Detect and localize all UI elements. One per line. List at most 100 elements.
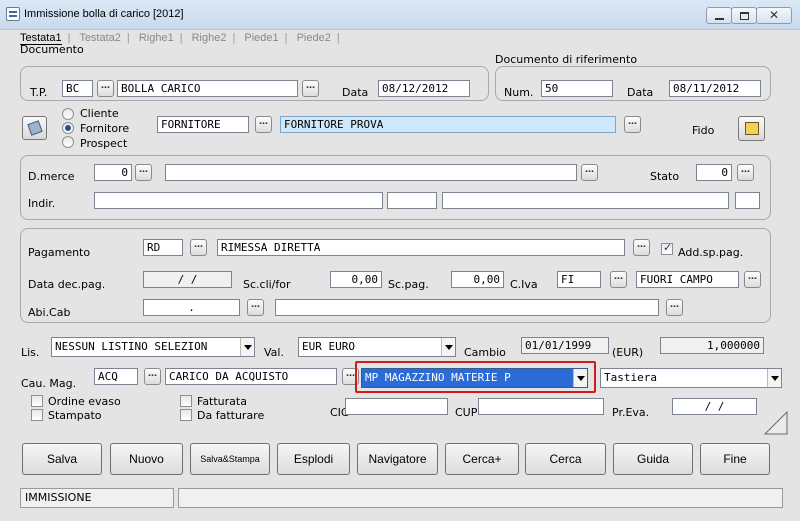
tp-desc-input[interactable]: BOLLA CARICO	[117, 80, 298, 97]
stampato-checkbox[interactable]	[31, 409, 43, 421]
cup-label: CUP	[455, 406, 478, 419]
radio-cliente[interactable]	[62, 108, 74, 120]
pagamento-lookup-button[interactable]: …	[190, 239, 207, 256]
ordine-evaso-label: Ordine evaso	[48, 395, 121, 408]
tp-code-input[interactable]: BC	[62, 80, 93, 97]
civa-desc-button[interactable]: …	[744, 271, 761, 288]
radio-fornitore-label: Fornitore	[80, 122, 130, 135]
cau-mag-lookup-button[interactable]: …	[144, 368, 161, 385]
chevron-down-icon[interactable]	[767, 369, 781, 387]
radio-prospect-label: Prospect	[80, 137, 128, 150]
dmerce-lookup-button[interactable]: …	[135, 164, 152, 181]
fido-icon[interactable]	[738, 116, 765, 141]
civa-lookup-button[interactable]: …	[610, 271, 627, 288]
navigatore-button[interactable]: Navigatore	[357, 443, 438, 475]
addsp-checkbox[interactable]: ✓	[661, 241, 673, 255]
radio-prospect[interactable]	[62, 136, 74, 148]
indir-label: Indir.	[28, 197, 56, 210]
tp-desc-button[interactable]: …	[302, 80, 319, 97]
abicab-input[interactable]: .	[143, 299, 240, 316]
dmerce-code-input[interactable]: 0	[94, 164, 132, 181]
cig-input[interactable]	[345, 398, 448, 415]
dmerce-desc-button[interactable]: …	[581, 164, 598, 181]
banca-desc-button[interactable]: …	[666, 299, 683, 316]
valuta-combo[interactable]: EUR EURO	[298, 337, 456, 357]
listino-value: NESSUN LISTINO SELEZION	[55, 340, 208, 353]
valuta-value: EUR EURO	[302, 340, 355, 353]
lis-label: Lis.	[21, 346, 40, 359]
magazzino-combo[interactable]: MP MAGAZZINO MATERIE P	[361, 368, 588, 388]
guida-button[interactable]: Guida	[613, 443, 693, 475]
doc-data-label: Data	[342, 86, 369, 99]
cerca-plus-button[interactable]: Cerca+	[445, 443, 519, 475]
civa-code-input[interactable]: FI	[557, 271, 601, 288]
tab-piede2[interactable]: Piede2	[297, 32, 331, 44]
fatturata-checkbox[interactable]	[180, 395, 192, 407]
sc-clifor-input[interactable]: 0,00	[330, 271, 382, 288]
ordine-evaso-checkbox[interactable]	[31, 395, 43, 407]
pagamento-code-input[interactable]: RD	[143, 239, 183, 256]
indir-input[interactable]	[94, 192, 383, 209]
tab-testata2[interactable]: Testata2	[79, 32, 121, 44]
chevron-down-icon[interactable]	[573, 369, 587, 387]
fornitore-name-button[interactable]: …	[624, 116, 641, 133]
indir-cap-input[interactable]	[387, 192, 437, 209]
tab-righe1[interactable]: Righe1	[139, 32, 174, 44]
addsp-label: Add.sp.pag.	[678, 246, 744, 259]
sc-pag-input[interactable]: 0,00	[451, 271, 504, 288]
rif-data-input[interactable]: 08/11/2012	[669, 80, 761, 97]
cerca-button[interactable]: Cerca	[525, 443, 606, 475]
tab-piede1[interactable]: Piede1	[244, 32, 278, 44]
val-label: Val.	[264, 346, 284, 359]
status-mode-text: IMMISSIONE	[25, 491, 92, 504]
stato-lookup-button[interactable]: …	[737, 164, 754, 181]
indir-city-input[interactable]	[442, 192, 729, 209]
cambio-date-input[interactable]: 01/01/1999	[521, 337, 609, 354]
doc-data-input[interactable]: 08/12/2012	[378, 80, 470, 97]
maximize-icon[interactable]	[731, 7, 757, 24]
dmerce-desc-input[interactable]	[165, 164, 577, 181]
esplodi-button[interactable]: Esplodi	[277, 443, 350, 475]
preva-input[interactable]: / /	[672, 398, 757, 415]
resize-corner-icon[interactable]	[763, 410, 788, 435]
sc-pag-label: Sc.pag.	[388, 278, 429, 291]
chevron-down-icon[interactable]	[240, 338, 254, 356]
fine-button[interactable]: Fine	[700, 443, 770, 475]
tab-righe2[interactable]: Righe2	[192, 32, 227, 44]
data-dec-label: Data dec.pag.	[28, 278, 106, 291]
nuovo-button[interactable]: Nuovo	[110, 443, 183, 475]
chevron-down-icon[interactable]	[441, 338, 455, 356]
app-icon	[6, 7, 20, 21]
banca-desc-input[interactable]	[275, 299, 659, 316]
data-dec-input[interactable]: / /	[143, 271, 232, 288]
pagamento-desc-input[interactable]: RIMESSA DIRETTA	[217, 239, 625, 256]
fornitore-code-input[interactable]: FORNITORE	[157, 116, 249, 133]
da-fatturare-checkbox[interactable]	[180, 409, 192, 421]
fornitore-lookup-button[interactable]: …	[255, 116, 272, 133]
card-icon[interactable]	[22, 116, 47, 140]
stato-code-input[interactable]: 0	[696, 164, 732, 181]
dmerce-label: D.merce	[28, 170, 75, 183]
cau-mag-code-input[interactable]: ACQ	[94, 368, 138, 385]
minimize-icon[interactable]	[706, 7, 732, 24]
stato-label: Stato	[650, 170, 680, 183]
radio-fornitore[interactable]	[62, 122, 74, 134]
radio-cliente-label: Cliente	[80, 107, 119, 120]
tp-lookup-button[interactable]: …	[97, 80, 114, 97]
tp-label: T.P.	[30, 86, 48, 99]
salva-button[interactable]: Salva	[22, 443, 102, 475]
salva-stampa-button[interactable]: Salva&Stampa	[190, 443, 270, 475]
cau-mag-desc-input[interactable]: CARICO DA ACQUISTO	[165, 368, 337, 385]
close-icon[interactable]: ✕	[756, 7, 792, 24]
pagamento-desc-button[interactable]: …	[633, 239, 650, 256]
rif-num-input[interactable]: 50	[541, 80, 613, 97]
abicab-lookup-button[interactable]: …	[247, 299, 264, 316]
stampato-label: Stampato	[48, 409, 102, 422]
cambio-value-input[interactable]: 1,000000	[660, 337, 764, 354]
civa-desc-input[interactable]: FUORI CAMPO	[636, 271, 739, 288]
fornitore-name-input[interactable]: FORNITORE PROVA	[280, 116, 616, 133]
cup-input[interactable]	[478, 398, 604, 415]
input-mode-combo[interactable]: Tastiera	[600, 368, 782, 388]
listino-combo[interactable]: NESSUN LISTINO SELEZION	[51, 337, 255, 357]
indir-prov-input[interactable]	[735, 192, 760, 209]
